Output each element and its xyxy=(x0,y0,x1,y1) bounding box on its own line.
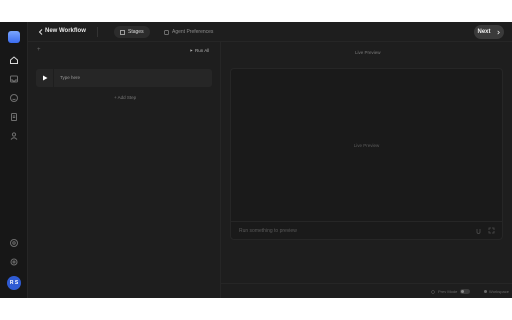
smile-icon[interactable] xyxy=(6,90,22,106)
tab-stages[interactable]: Stages xyxy=(114,26,150,38)
preview-input-bar[interactable]: Run something to preview xyxy=(231,221,502,239)
next-button-label: Next xyxy=(477,29,491,35)
inbox-icon[interactable] xyxy=(6,71,22,87)
add-icon[interactable]: + xyxy=(37,47,41,53)
mode-toggle-switch[interactable] xyxy=(460,289,471,294)
app-window: R S New Workflow Stages Agent Preference… xyxy=(0,22,512,298)
avatar[interactable]: R S xyxy=(7,276,21,290)
stages-panel: + Run All Type here + Add Step xyxy=(28,42,221,298)
home-icon[interactable] xyxy=(6,52,22,68)
status-footer: Prev Mode Workspace xyxy=(221,283,512,298)
attach-icon[interactable] xyxy=(475,227,482,234)
run-all-label: Run All xyxy=(195,48,210,53)
preview-heading: Live Preview xyxy=(355,50,381,55)
users-icon[interactable] xyxy=(6,128,22,144)
stages-icon xyxy=(120,29,125,35)
workspace-status: Workspace xyxy=(484,289,509,294)
preview-placeholder-text: Live Preview xyxy=(353,143,380,148)
run-all-button[interactable]: Run All xyxy=(190,48,209,53)
settings-icon[interactable] xyxy=(6,254,22,270)
expand-icon[interactable] xyxy=(488,227,495,234)
top-header: New Workflow Stages Agent Preferences Ne… xyxy=(28,22,512,42)
workspace-status-label: Workspace xyxy=(489,289,509,294)
step-input[interactable]: Type here xyxy=(60,75,80,80)
tab-agent-preferences-label: Agent Preferences xyxy=(172,29,214,35)
mode-toggle-group[interactable]: Prev Mode xyxy=(431,289,471,294)
live-preview-panel: Live Preview Run something to preview xyxy=(230,68,503,240)
help-icon[interactable] xyxy=(6,235,22,251)
eye-icon xyxy=(431,289,435,294)
page-title: New Workflow xyxy=(45,28,86,34)
preview-input[interactable]: Run something to preview xyxy=(239,228,297,234)
stages-toolbar: + Run All xyxy=(28,42,221,60)
header-divider xyxy=(97,27,98,37)
sidebar-rail: R S xyxy=(0,22,28,298)
tab-agent-preferences[interactable]: Agent Preferences xyxy=(158,26,219,38)
chevron-right-icon xyxy=(496,30,500,34)
preferences-icon xyxy=(164,29,169,35)
tab-stages-label: Stages xyxy=(128,29,144,35)
logo-icon[interactable] xyxy=(8,31,20,43)
status-dot-icon xyxy=(484,290,487,293)
play-icon xyxy=(42,75,47,81)
next-button[interactable]: Next xyxy=(474,25,504,39)
add-step-button[interactable]: + Add Step xyxy=(114,95,136,100)
play-step-button[interactable] xyxy=(36,69,54,87)
mode-toggle-label: Prev Mode xyxy=(438,289,458,294)
back-chevron-icon[interactable] xyxy=(37,28,45,36)
step-row[interactable]: Type here xyxy=(36,69,212,87)
document-icon[interactable] xyxy=(6,109,22,125)
play-small-icon xyxy=(190,49,193,52)
